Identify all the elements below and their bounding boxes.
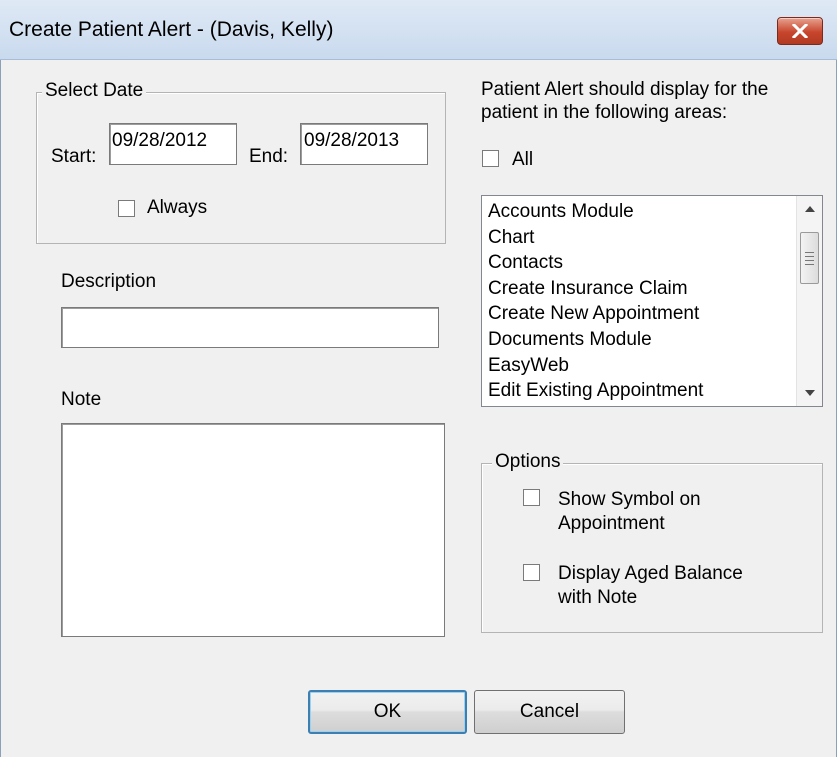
end-label: End: — [249, 146, 289, 167]
ok-button[interactable]: OK — [308, 690, 467, 734]
aged-balance-label-line1: Display Aged Balance — [558, 563, 743, 584]
dialog-body: Select Date Start: 09/28/2012 End: 09/28… — [0, 60, 837, 757]
list-item[interactable]: Chart — [488, 225, 703, 251]
scroll-thumb[interactable] — [800, 232, 819, 284]
scroll-down-button[interactable] — [797, 380, 822, 406]
start-label: Start: — [51, 146, 97, 167]
window-title: Create Patient Alert - (Davis, Kelly) — [9, 18, 334, 41]
all-checkbox[interactable] — [482, 150, 499, 167]
start-date-input[interactable]: 09/28/2012 — [109, 123, 237, 165]
end-date-input[interactable]: 09/28/2013 — [300, 123, 428, 165]
show-symbol-label-line2: Appointment — [558, 513, 665, 534]
all-label: All — [512, 149, 534, 170]
aged-balance-label-line2: with Note — [558, 587, 638, 608]
show-symbol-label-line1: Show Symbol on — [558, 489, 701, 510]
list-item[interactable]: Contacts — [488, 250, 703, 276]
list-item[interactable]: Documents Module — [488, 327, 703, 353]
title-bar: Create Patient Alert - (Davis, Kelly) — [0, 0, 837, 60]
areas-header-line1: Patient Alert should display for the — [481, 79, 769, 100]
list-item[interactable]: Accounts Module — [488, 199, 703, 225]
list-item[interactable]: Edit Existing Appointment — [488, 378, 703, 404]
close-button[interactable] — [777, 17, 823, 45]
select-date-group: Select Date — [36, 80, 446, 244]
options-legend: Options — [492, 451, 564, 473]
close-icon — [792, 24, 808, 38]
always-checkbox[interactable] — [118, 200, 135, 217]
aged-balance-checkbox[interactable] — [523, 564, 540, 581]
scroll-down-arrow-icon — [805, 390, 815, 396]
always-label: Always — [147, 197, 208, 218]
list-item[interactable]: Create Insurance Claim — [488, 276, 703, 302]
areas-header-line2: patient in the following areas: — [481, 102, 728, 123]
areas-scrollbar[interactable] — [796, 196, 822, 406]
show-symbol-checkbox[interactable] — [523, 489, 540, 506]
cancel-button[interactable]: Cancel — [474, 690, 625, 734]
description-label: Description — [61, 271, 157, 292]
list-item[interactable]: EasyWeb — [488, 353, 703, 379]
list-item[interactable]: Create New Appointment — [488, 301, 703, 327]
areas-listbox[interactable]: Accounts Module Chart Contacts Create In… — [481, 195, 823, 407]
select-date-legend: Select Date — [42, 80, 147, 102]
areas-list: Accounts Module Chart Contacts Create In… — [488, 199, 703, 404]
note-label: Note — [61, 389, 102, 410]
note-textarea[interactable] — [61, 423, 445, 637]
scroll-up-arrow-icon — [805, 206, 815, 212]
scroll-up-button[interactable] — [797, 196, 822, 222]
description-input[interactable] — [61, 307, 439, 348]
